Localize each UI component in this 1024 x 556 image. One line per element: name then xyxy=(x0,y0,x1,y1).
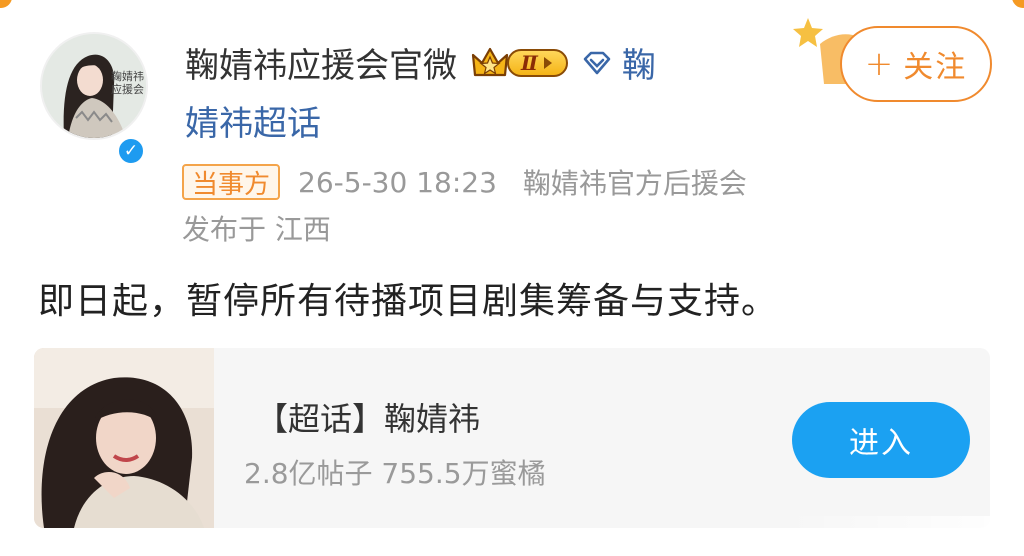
plus-icon: + xyxy=(864,44,896,84)
verified-icon: ✓ xyxy=(116,136,146,166)
topic-portrait-image xyxy=(34,348,214,528)
rank-arrow-icon xyxy=(543,56,552,69)
party-tag: 当事方 xyxy=(182,164,281,200)
author-line: 鞠婧祎应援会官微 Ⅱ 鞠 xyxy=(185,38,656,87)
bottom-fade xyxy=(784,516,1024,556)
topic-card-title: 【超话】鞠婧祎 xyxy=(256,400,481,438)
avatar-caption: 鞠婧祎 应援会 xyxy=(111,70,144,96)
rank-label: Ⅱ xyxy=(521,50,538,75)
diamond-icon xyxy=(583,51,611,74)
corner-decoration xyxy=(0,0,12,8)
vip-badge[interactable]: Ⅱ xyxy=(471,43,568,83)
author-name[interactable]: 鞠婧祎应援会官微 xyxy=(185,38,457,87)
avatar[interactable]: 鞠婧祎 应援会 ✓ xyxy=(36,32,154,166)
topic-card-stats: 2.8亿帖子 755.5万蜜橘 xyxy=(244,457,546,490)
post-meta: 当事方 26-5-30 18:23 鞠婧祎官方后援会 xyxy=(182,162,747,202)
topic-link[interactable]: 鞠 xyxy=(622,38,656,87)
follow-label: 关注 xyxy=(903,50,968,85)
top-strip xyxy=(0,0,1024,10)
post-source[interactable]: 鞠婧祎官方后援会 xyxy=(523,162,747,202)
enter-button[interactable]: 进入 xyxy=(792,402,970,478)
topic-card-image xyxy=(34,348,214,528)
rank-badge: Ⅱ xyxy=(507,48,568,77)
corner-decoration xyxy=(1012,0,1024,8)
crown-icon xyxy=(471,47,509,76)
follow-button[interactable]: + 关注 xyxy=(840,26,992,102)
post-location: 发布于 江西 xyxy=(182,213,331,246)
topic-link-continued[interactable]: 婧祎超话 xyxy=(185,96,321,145)
topic-card[interactable]: 【超话】鞠婧祎 2.8亿帖子 755.5万蜜橘 进入 xyxy=(34,348,990,528)
post-time: 26-5-30 18:23 xyxy=(298,165,497,199)
post-text: 即日起，暂停所有待播项目剧集筹备与支持。 xyxy=(38,281,779,322)
